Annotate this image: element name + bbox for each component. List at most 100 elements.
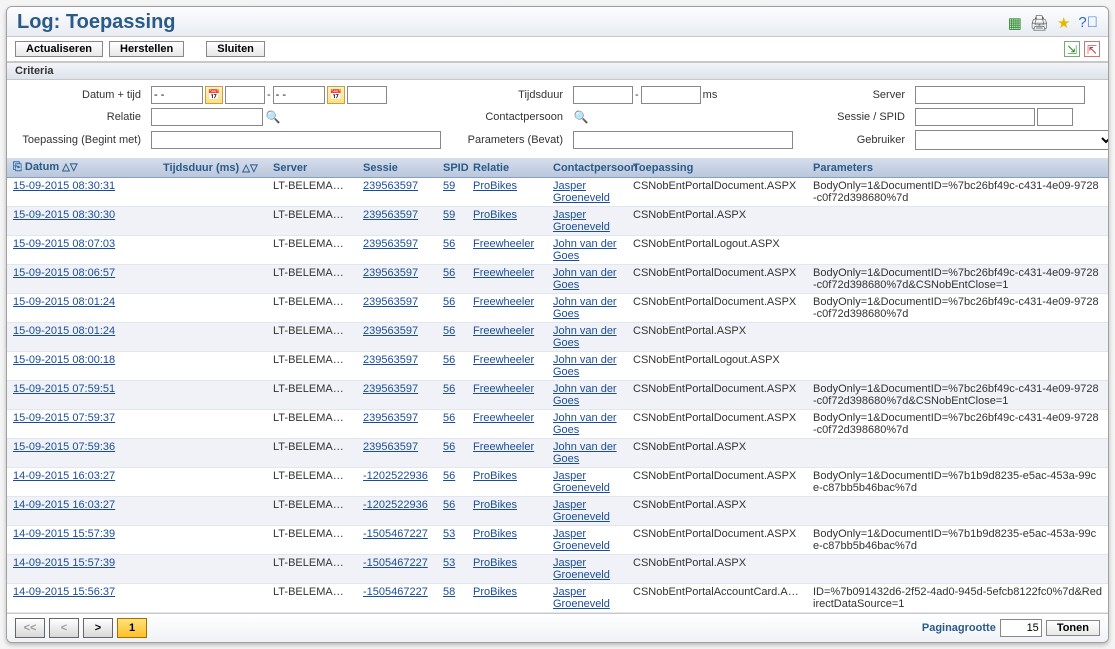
cell-sessie[interactable]: -1202522936 xyxy=(363,499,428,511)
calendar-to-icon[interactable]: 📅 xyxy=(327,86,345,104)
pager-size-input[interactable] xyxy=(1000,619,1042,637)
cell-relatie[interactable]: ProBikes xyxy=(473,209,517,221)
cell-contactpersoon[interactable]: John van der Goes xyxy=(553,383,617,407)
cell-relatie[interactable]: Freewheeler xyxy=(473,354,534,366)
cell-contactpersoon[interactable]: Jasper Groeneveld xyxy=(553,528,610,552)
cell-contactpersoon[interactable]: Jasper Groeneveld xyxy=(553,209,610,233)
cell-datum[interactable]: 15-09-2015 07:59:36 xyxy=(13,441,115,453)
cell-sessie[interactable]: 239563597 xyxy=(363,325,418,337)
cell-relatie[interactable]: Freewheeler xyxy=(473,412,534,424)
parameters-input[interactable] xyxy=(573,131,793,149)
pager-show-button[interactable]: Tonen xyxy=(1046,620,1100,636)
cell-datum[interactable]: 15-09-2015 08:00:18 xyxy=(13,354,115,366)
th-datum[interactable]: ⎘ Datum △▽ xyxy=(7,158,157,178)
pager-next-button[interactable]: > xyxy=(83,618,113,638)
calendar-from-icon[interactable]: 📅 xyxy=(205,86,223,104)
cell-contactpersoon[interactable]: John van der Goes xyxy=(553,267,617,291)
collapse-icon[interactable]: ⇱ xyxy=(1084,41,1100,57)
server-input[interactable] xyxy=(915,86,1085,104)
cell-spid[interactable]: 53 xyxy=(443,528,455,540)
cell-contactpersoon[interactable]: John van der Goes xyxy=(553,354,617,378)
th-server[interactable]: Server xyxy=(267,158,357,178)
cell-spid[interactable]: 56 xyxy=(443,325,455,337)
cell-relatie[interactable]: ProBikes xyxy=(473,528,517,540)
th-parameters[interactable]: Parameters xyxy=(807,158,1108,178)
reset-button[interactable]: Herstellen xyxy=(109,41,184,57)
cell-sessie[interactable]: 239563597 xyxy=(363,441,418,453)
print-icon[interactable]: 🖨 xyxy=(1030,14,1049,32)
cell-sessie[interactable]: 239563597 xyxy=(363,354,418,366)
cell-relatie[interactable]: Freewheeler xyxy=(473,325,534,337)
cell-datum[interactable]: 15-09-2015 08:01:24 xyxy=(13,296,115,308)
cell-sessie[interactable]: 239563597 xyxy=(363,180,418,192)
cell-spid[interactable]: 56 xyxy=(443,296,455,308)
time-to-input[interactable] xyxy=(347,86,387,104)
th-tijdsduur[interactable]: Tijdsduur (ms) △▽ xyxy=(157,158,267,178)
cell-datum[interactable]: 14-09-2015 15:57:39 xyxy=(13,528,115,540)
cell-relatie[interactable]: ProBikes xyxy=(473,586,517,598)
cell-spid[interactable]: 58 xyxy=(443,586,455,598)
cell-contactpersoon[interactable]: John van der Goes xyxy=(553,325,617,349)
cell-contactpersoon[interactable]: John van der Goes xyxy=(553,238,617,262)
excel-icon[interactable]: ▦ xyxy=(1008,14,1022,32)
th-relatie[interactable]: Relatie xyxy=(467,158,547,178)
relatie-lookup-icon[interactable]: 🔍 xyxy=(265,109,281,125)
cell-spid[interactable]: 59 xyxy=(443,180,455,192)
cell-contactpersoon[interactable]: John van der Goes xyxy=(553,296,617,320)
pager-first-button[interactable]: << xyxy=(15,618,45,638)
cell-contactpersoon[interactable]: Jasper Groeneveld xyxy=(553,557,610,581)
th-contactpersoon[interactable]: Contactpersoon xyxy=(547,158,627,178)
cell-contactpersoon[interactable]: Jasper Groeneveld xyxy=(553,586,610,610)
cell-sessie[interactable]: -1505467227 xyxy=(363,557,428,569)
th-toepassing[interactable]: Toepassing xyxy=(627,158,807,178)
tijdsduur-to-input[interactable] xyxy=(641,86,701,104)
th-sessie[interactable]: Sessie xyxy=(357,158,437,178)
help-icon[interactable]: ?⃝ xyxy=(1078,14,1098,31)
pager-prev-button[interactable]: < xyxy=(49,618,79,638)
cell-spid[interactable]: 56 xyxy=(443,383,455,395)
th-spid[interactable]: SPID xyxy=(437,158,467,178)
cell-relatie[interactable]: Freewheeler xyxy=(473,296,534,308)
cell-datum[interactable]: 14-09-2015 16:03:27 xyxy=(13,499,115,511)
cell-spid[interactable]: 56 xyxy=(443,238,455,250)
sessie-input[interactable] xyxy=(915,108,1035,126)
cell-sessie[interactable]: 239563597 xyxy=(363,296,418,308)
cell-contactpersoon[interactable]: John van der Goes xyxy=(553,441,617,465)
cell-sessie[interactable]: -1202522936 xyxy=(363,470,428,482)
cell-sessie[interactable]: 239563597 xyxy=(363,238,418,250)
cell-relatie[interactable]: ProBikes xyxy=(473,470,517,482)
cell-spid[interactable]: 59 xyxy=(443,209,455,221)
cell-spid[interactable]: 56 xyxy=(443,470,455,482)
cell-relatie[interactable]: Freewheeler xyxy=(473,267,534,279)
cell-datum[interactable]: 15-09-2015 07:59:37 xyxy=(13,412,115,424)
contactpersoon-lookup-icon[interactable]: 🔍 xyxy=(573,109,589,125)
cell-contactpersoon[interactable]: Jasper Groeneveld xyxy=(553,499,610,523)
cell-relatie[interactable]: Freewheeler xyxy=(473,441,534,453)
cell-relatie[interactable]: Freewheeler xyxy=(473,238,534,250)
relatie-input[interactable] xyxy=(151,108,263,126)
cell-relatie[interactable]: ProBikes xyxy=(473,557,517,569)
cell-datum[interactable]: 15-09-2015 08:07:03 xyxy=(13,238,115,250)
cell-sessie[interactable]: -1505467227 xyxy=(363,528,428,540)
date-from-input[interactable] xyxy=(151,86,203,104)
cell-contactpersoon[interactable]: John van der Goes xyxy=(553,412,617,436)
close-button[interactable]: Sluiten xyxy=(206,41,265,57)
date-to-input[interactable] xyxy=(273,86,325,104)
expand-icon[interactable]: ⇲ xyxy=(1064,41,1080,57)
cell-relatie[interactable]: ProBikes xyxy=(473,180,517,192)
refresh-button[interactable]: Actualiseren xyxy=(15,41,103,57)
cell-contactpersoon[interactable]: Jasper Groeneveld xyxy=(553,180,610,204)
cell-datum[interactable]: 15-09-2015 08:01:24 xyxy=(13,325,115,337)
cell-sessie[interactable]: 239563597 xyxy=(363,412,418,424)
cell-contactpersoon[interactable]: Jasper Groeneveld xyxy=(553,470,610,494)
cell-spid[interactable]: 53 xyxy=(443,557,455,569)
cell-datum[interactable]: 15-09-2015 08:06:57 xyxy=(13,267,115,279)
cell-spid[interactable]: 56 xyxy=(443,267,455,279)
cell-sessie[interactable]: -1505467227 xyxy=(363,586,428,598)
time-from-input[interactable] xyxy=(225,86,265,104)
cell-datum[interactable]: 14-09-2015 15:56:37 xyxy=(13,586,115,598)
gebruiker-select[interactable] xyxy=(915,130,1109,150)
cell-datum[interactable]: 15-09-2015 08:30:30 xyxy=(13,209,115,221)
toepassing-input[interactable] xyxy=(151,131,441,149)
cell-datum[interactable]: 15-09-2015 08:30:31 xyxy=(13,180,115,192)
